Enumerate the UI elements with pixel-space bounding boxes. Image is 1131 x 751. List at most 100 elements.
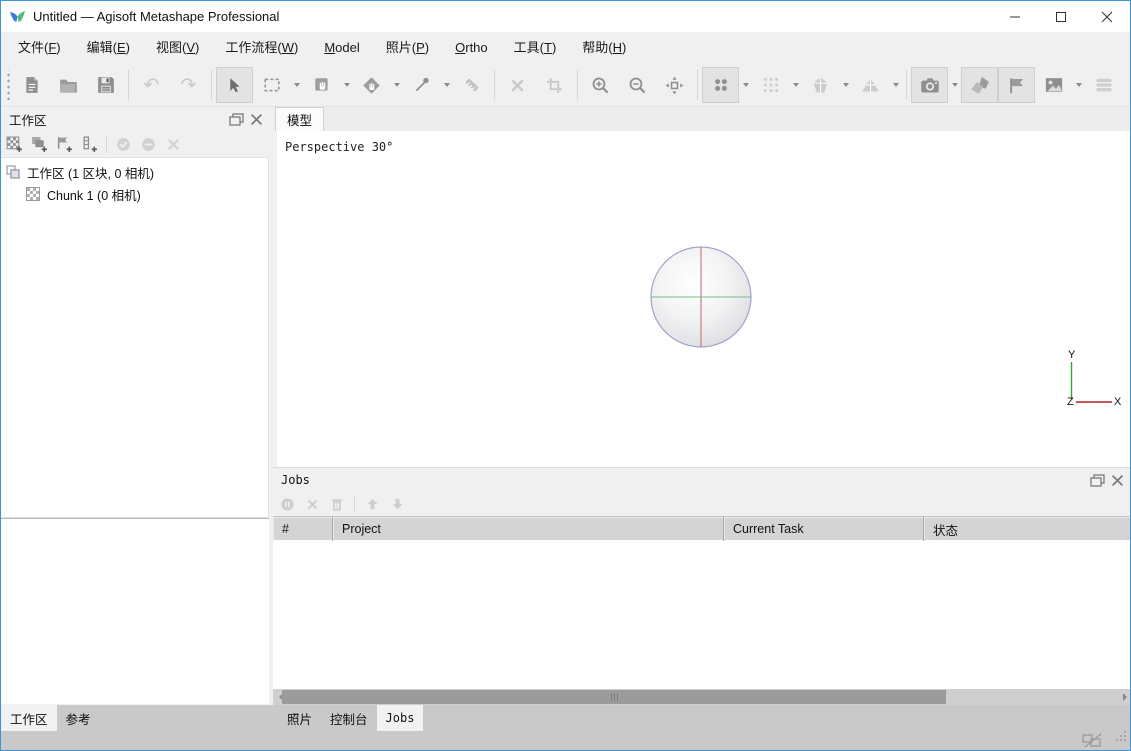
cancel-job-button[interactable] xyxy=(302,494,322,514)
show-model-button[interactable] xyxy=(802,67,839,103)
tab-jobs[interactable]: Jobs xyxy=(377,705,424,731)
column-number[interactable]: # xyxy=(273,517,333,541)
move-region-dropdown[interactable] xyxy=(390,67,403,103)
delete-selection-button[interactable] xyxy=(499,67,536,103)
show-cameras-button[interactable] xyxy=(911,67,948,103)
show-tie-points-button[interactable] xyxy=(702,67,739,103)
add-scalebar-button[interactable] xyxy=(79,133,100,155)
maximize-button[interactable] xyxy=(1038,1,1084,32)
tree-item-workspace[interactable]: 工作区 (1 区块, 0 相机) xyxy=(1,161,268,183)
scrollbar-track[interactable] xyxy=(288,689,1117,705)
reset-view-button[interactable] xyxy=(656,67,693,103)
disable-item-button[interactable] xyxy=(138,133,159,155)
navigation-tool-button[interactable] xyxy=(216,67,253,103)
resize-grip[interactable] xyxy=(1114,729,1128,748)
open-project-button[interactable] xyxy=(50,67,87,103)
close-panel-icon[interactable] xyxy=(250,113,263,126)
menu-file[interactable]: 文件(F) xyxy=(5,32,74,64)
minimize-button[interactable] xyxy=(992,1,1038,32)
show-point-cloud-button[interactable] xyxy=(752,67,789,103)
metashape-logo-icon xyxy=(9,8,26,25)
zoom-in-button[interactable] xyxy=(582,67,619,103)
rect-selection-button[interactable] xyxy=(253,67,290,103)
undo-icon: ↶ xyxy=(144,76,160,95)
menu-edit[interactable]: 编辑(E) xyxy=(74,32,143,64)
jobs-panel-header: Jobs xyxy=(273,468,1131,492)
add-marker-button[interactable] xyxy=(54,133,75,155)
float-panel-icon[interactable] xyxy=(229,113,244,126)
close-button[interactable] xyxy=(1084,1,1130,32)
menu-help[interactable]: 帮助(H) xyxy=(569,32,639,64)
model-dropdown[interactable] xyxy=(839,67,852,103)
enable-item-button[interactable] xyxy=(113,133,134,155)
show-tiled-model-button[interactable] xyxy=(852,67,889,103)
scrollbar-thumb[interactable] xyxy=(282,690,946,704)
window-controls xyxy=(992,1,1130,32)
show-markers-button[interactable] xyxy=(998,67,1035,103)
point-cloud-dropdown[interactable] xyxy=(789,67,802,103)
enable-circle-icon xyxy=(115,136,132,153)
model-viewport[interactable]: Perspective 30° xyxy=(273,131,1131,467)
redo-button[interactable]: ↷ xyxy=(170,67,207,103)
tab-photos[interactable]: 照片 xyxy=(278,705,321,731)
clear-jobs-button[interactable] xyxy=(327,494,347,514)
zoom-in-icon xyxy=(591,76,610,95)
toolbar-grip[interactable] xyxy=(4,70,13,100)
ruler-button[interactable] xyxy=(453,67,490,103)
show-shapes-button[interactable] xyxy=(961,67,998,103)
draw-point-button[interactable] xyxy=(403,67,440,103)
move-region-button[interactable] xyxy=(353,67,390,103)
column-project[interactable]: Project xyxy=(333,517,724,541)
zoom-out-button[interactable] xyxy=(619,67,656,103)
app-window: Untitled — Agisoft Metashape Professiona… xyxy=(0,0,1131,751)
draw-polyline-icon xyxy=(413,76,431,94)
crop-selection-button[interactable] xyxy=(536,67,573,103)
show-images-button[interactable] xyxy=(1035,67,1072,103)
move-job-up-button[interactable] xyxy=(362,494,382,514)
new-project-button[interactable] xyxy=(13,67,50,103)
scroll-right-arrow[interactable] xyxy=(1117,689,1131,705)
jobs-table-header: # Project Current Task 状态 xyxy=(273,516,1131,540)
column-status[interactable]: 状态 xyxy=(924,517,1131,541)
menu-photo[interactable]: 照片(P) xyxy=(373,32,442,64)
tiled-model-dropdown[interactable] xyxy=(889,67,902,103)
tree-item-chunk[interactable]: Chunk 1 (0 相机) xyxy=(1,183,268,205)
menu-workflow[interactable]: 工作流程(W) xyxy=(212,32,311,64)
cameras-dropdown[interactable] xyxy=(948,67,961,103)
jobs-panel-title: Jobs xyxy=(281,473,310,487)
tab-workspace[interactable]: 工作区 xyxy=(1,705,57,731)
column-current-task[interactable]: Current Task xyxy=(724,517,924,541)
menu-model[interactable]: Model xyxy=(311,32,372,64)
move-object-button[interactable] xyxy=(303,67,340,103)
images-dropdown[interactable] xyxy=(1072,67,1085,103)
add-chunk-button[interactable] xyxy=(4,133,25,155)
arrow-up-icon xyxy=(366,497,379,511)
open-folder-icon xyxy=(59,76,78,95)
tie-points-dropdown[interactable] xyxy=(739,67,752,103)
move-region-icon xyxy=(362,76,381,95)
move-object-dropdown[interactable] xyxy=(340,67,353,103)
horizontal-scrollbar[interactable] xyxy=(273,689,1131,705)
save-project-button[interactable] xyxy=(87,67,124,103)
move-job-down-button[interactable] xyxy=(387,494,407,514)
tree-item-label: 工作区 (1 区块, 0 相机) xyxy=(27,163,154,182)
menu-view[interactable]: 视图(V) xyxy=(143,32,212,64)
tab-console[interactable]: 控制台 xyxy=(321,705,377,731)
view-tab-bar: 模型 xyxy=(273,107,1131,131)
tab-model[interactable]: 模型 xyxy=(275,107,324,131)
menu-bar: 文件(F) 编辑(E) 视图(V) 工作流程(W) Model 照片(P) Or… xyxy=(1,32,1130,64)
menu-tools[interactable]: 工具(T) xyxy=(501,32,570,64)
show-basemap-button[interactable] xyxy=(1085,67,1122,103)
pause-job-button[interactable] xyxy=(277,494,297,514)
bottom-dock-tabs: 照片 控制台 Jobs xyxy=(278,705,423,731)
remove-x-icon xyxy=(166,137,181,152)
tab-reference[interactable]: 参考 xyxy=(57,705,100,731)
rect-selection-dropdown[interactable] xyxy=(290,67,303,103)
draw-tools-dropdown[interactable] xyxy=(440,67,453,103)
menu-ortho[interactable]: Ortho xyxy=(442,32,501,64)
remove-item-button[interactable] xyxy=(163,133,184,155)
close-panel-icon[interactable] xyxy=(1111,474,1124,487)
undo-button[interactable]: ↶ xyxy=(133,67,170,103)
float-panel-icon[interactable] xyxy=(1090,474,1105,487)
add-photos-button[interactable] xyxy=(29,133,50,155)
